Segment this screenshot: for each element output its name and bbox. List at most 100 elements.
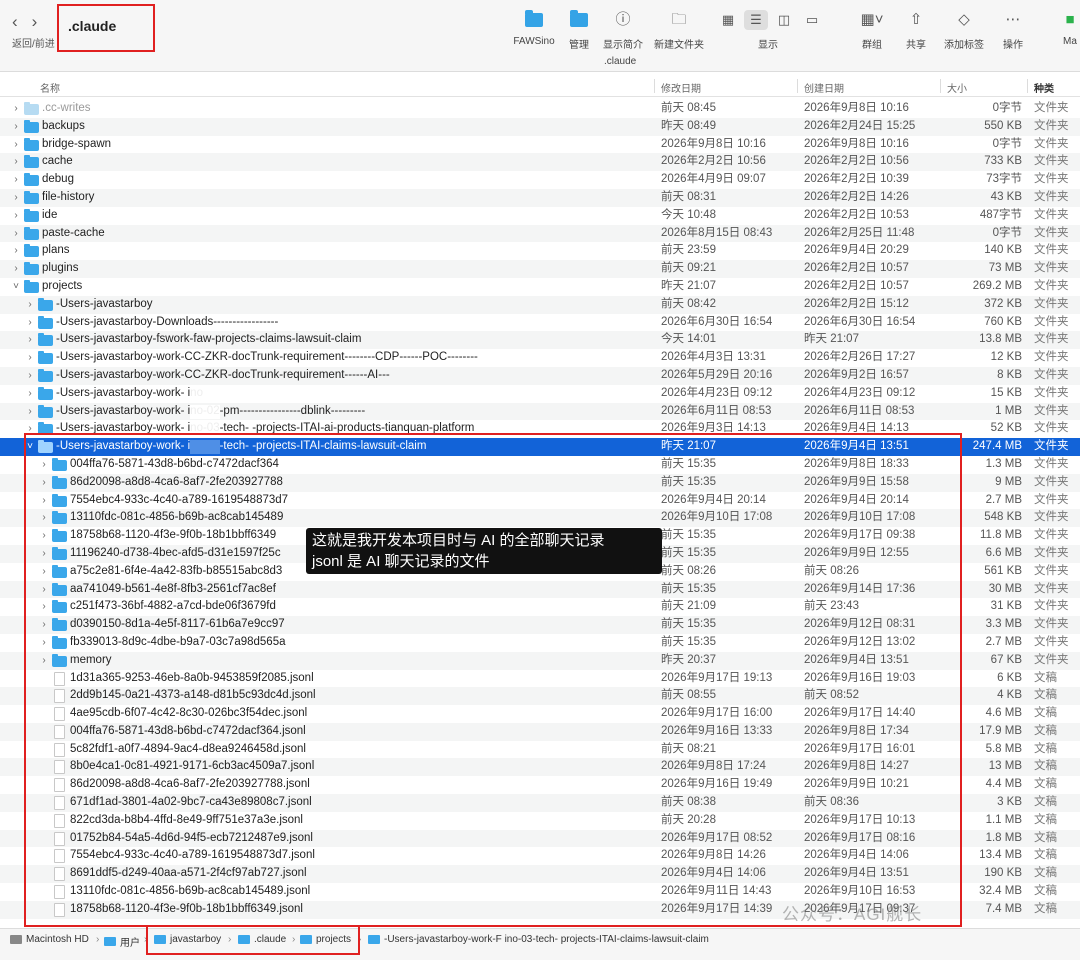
folder-row[interactable]: › -Users-javastarboy-work-CC-ZKR-docTrunk… (0, 366, 1080, 385)
disclosure-closed-icon[interactable]: › (39, 581, 49, 599)
group-button[interactable]: ▦˅ 群组 (856, 10, 888, 51)
file-row[interactable]: 7554ebc4-933c-4c40-a789-1619548873d7.jso… (0, 847, 1080, 865)
add-tag-button[interactable]: ◇ 添加标签 (942, 10, 986, 51)
folder-row[interactable]: › -Users-javastarboy-work- ino-02-pm-----… (0, 402, 1080, 421)
file-row[interactable]: 5c82fdf1-a0f7-4894-9ac4-d8ea9246458d.jso… (0, 741, 1080, 759)
back-icon[interactable]: ‹ (12, 12, 18, 32)
file-row[interactable]: 671df1ad-3801-4a02-9bc7-ca43e89808c7.jso… (0, 794, 1080, 812)
folder-row[interactable]: › backups 昨天 08:49 2026年2月24日 15:25 550 KB 文件… (0, 117, 1080, 136)
folder-row[interactable]: › -Users-javastarboy 前天 08:42 2026年2月2日 15:… (0, 295, 1080, 314)
crumb-users[interactable]: 用户 (104, 934, 140, 949)
folder-row[interactable]: › bridge-spawn 2026年9月8日 10:16 2026年9月8日 10… (0, 136, 1080, 154)
disclosure-closed-icon[interactable]: › (11, 225, 21, 243)
file-row[interactable]: 2dd9b145-0a21-4373-a148-d81b5c93dc4d.jso… (0, 687, 1080, 706)
folder-row[interactable]: › 7554ebc4-933c-4c40-a789-1619548873d7 202… (0, 492, 1080, 510)
disclosure-closed-icon[interactable]: › (25, 385, 35, 403)
disclosure-closed-icon[interactable]: › (39, 598, 49, 616)
disclosure-closed-icon[interactable]: › (25, 296, 35, 314)
file-row[interactable]: 1d31a365-9253-46eb-8a0b-9453859f2085.jso… (0, 670, 1080, 688)
disclosure-closed-icon[interactable]: › (25, 403, 35, 421)
disclosure-closed-icon[interactable]: › (39, 474, 49, 492)
folder-row[interactable]: › -Users-javastarboy-work-CC-ZKR-docTrunk… (0, 349, 1080, 367)
file-row[interactable]: 822cd3da-b8b4-4ffd-8e49-9ff751e37a3e.jso… (0, 812, 1080, 830)
disclosure-closed-icon[interactable]: › (11, 207, 21, 225)
disclosure-closed-icon[interactable]: › (11, 242, 21, 260)
column-kind[interactable]: 种类 (1034, 80, 1054, 95)
folder-row[interactable]: › file-history 前天 08:31 2026年2月2日 14:26 43 K… (0, 188, 1080, 207)
folder-row[interactable]: › 004ffa76-5871-43d8-b6bd-c7472dacf364 前天 … (0, 456, 1080, 474)
column-name[interactable]: 名称 (40, 80, 60, 95)
folder-row[interactable]: › -Users-javastarboy-fswork-faw-projects-… (0, 331, 1080, 350)
disclosure-closed-icon[interactable]: › (25, 331, 35, 349)
folder-row[interactable]: ˅ projects 昨天 21:07 2026年2月2日 10:57 269.2 MB… (0, 278, 1080, 296)
disclosure-closed-icon[interactable]: › (11, 260, 21, 278)
file-row[interactable]: 86d20098-a8d8-4ca6-8af7-2fe203927788.jso… (0, 776, 1080, 794)
file-row[interactable]: 4ae95cdb-6f07-4c42-8c30-026bc3f54dec.jso… (0, 705, 1080, 723)
crumb-current-folder[interactable]: -Users-javastarboy-work-F ino-03-tech- p… (368, 934, 709, 945)
folder-row[interactable]: › 13110fdc-081c-4856-b69b-ac8cab145489 202… (0, 509, 1080, 528)
new-folder-button[interactable]: 🗀 新建文件夹 (652, 10, 706, 51)
disclosure-closed-icon[interactable]: › (39, 492, 49, 510)
disclosure-closed-icon[interactable]: › (25, 314, 35, 332)
folder-row[interactable]: › -Users-javastarboy-work- ino-03-tech- -… (0, 420, 1080, 438)
folder-row[interactable]: › c251f473-36bf-4882-a7cd-bde06f3679fd 前天 … (0, 598, 1080, 616)
disclosure-closed-icon[interactable]: › (11, 189, 21, 207)
disclosure-closed-icon[interactable]: › (25, 349, 35, 367)
column-modified[interactable]: 修改日期 (661, 80, 701, 95)
disclosure-open-icon[interactable]: ˅ (11, 278, 21, 296)
list-view-icon[interactable]: ☰ (744, 10, 768, 30)
folder-row[interactable]: › cache 2026年2月2日 10:56 2026年2月2日 10:56 733 … (0, 153, 1080, 172)
file-row[interactable]: 8691ddf5-d249-40aa-a571-2f4cf97ab727.jso… (0, 865, 1080, 884)
column-created[interactable]: 创建日期 (804, 80, 844, 95)
file-row[interactable]: 004ffa76-5871-43d8-b6bd-c7472dacf364.jso… (0, 722, 1080, 741)
gallery-view-icon[interactable]: ▭ (800, 10, 824, 30)
disclosure-closed-icon[interactable]: › (11, 118, 21, 136)
disclosure-closed-icon[interactable]: › (39, 616, 49, 634)
disclosure-closed-icon[interactable]: › (25, 367, 35, 385)
folder-row[interactable]: › .cc-writes 前天 08:45 2026年9月8日 10:16 0字节 文件夹 (0, 100, 1080, 118)
folder-row[interactable]: › plugins 前天 09:21 2026年2月2日 10:57 73 MB 文件夹 (0, 260, 1080, 278)
disclosure-closed-icon[interactable]: › (39, 509, 49, 527)
icon-view-icon[interactable]: ▦ (716, 10, 740, 30)
disclosure-closed-icon[interactable]: › (39, 545, 49, 563)
folder-row[interactable]: › debug 2026年4月9日 09:07 2026年2月2日 10:39 73字节… (0, 171, 1080, 189)
disclosure-closed-icon[interactable]: › (11, 153, 21, 171)
folder-row[interactable]: › aa741049-b561-4e8f-8fb3-2561cf7ac8ef 前天 … (0, 580, 1080, 599)
disclosure-closed-icon[interactable]: › (39, 563, 49, 581)
row-size: 2.7 MB (985, 635, 1022, 648)
folder-row[interactable]: › plans 前天 23:59 2026年9月4日 20:29 140 KB 文件夹 (0, 242, 1080, 260)
folder-row[interactable]: › -Users-javastarboy-Downloads-----------… (0, 314, 1080, 332)
folder-row[interactable]: › 86d20098-a8d8-4ca6-8af7-2fe203927788 前天 … (0, 473, 1080, 492)
forward-icon[interactable]: › (32, 12, 38, 32)
app-button[interactable]: ■ Ma (1060, 10, 1080, 47)
column-view-icon[interactable]: ◫ (772, 10, 796, 30)
disclosure-closed-icon[interactable]: › (39, 634, 49, 652)
file-row[interactable]: 01752b84-54a5-4d6d-94f5-ecb7212487e9.jso… (0, 829, 1080, 848)
disclosure-open-icon[interactable]: ˅ (25, 438, 35, 456)
row-name: plugins (42, 262, 79, 275)
folder-row[interactable]: ˅ -Users-javastarboy-work- ino-03-tech- -… (0, 438, 1080, 456)
folder-row[interactable]: › fb339013-8d9c-4dbe-b9a7-03c7a98d565a 前天 … (0, 634, 1080, 652)
manage-button[interactable]: 管理 (564, 10, 594, 51)
folder-row[interactable]: › ide 今天 10:48 2026年2月2日 10:53 487字节 文件夹 (0, 207, 1080, 225)
folder-row[interactable]: › paste-cache 2026年8月15日 08:43 2026年2月25日 1… (0, 224, 1080, 243)
disclosure-closed-icon[interactable]: › (11, 171, 21, 189)
share-button[interactable]: ⇧ 共享 (903, 10, 929, 51)
disclosure-closed-icon[interactable]: › (39, 527, 49, 545)
get-info-button[interactable]: ⓘ 显示简介 (601, 10, 645, 51)
file-row[interactable]: 13110fdc-081c-4856-b69b-ac8cab145489.jso… (0, 883, 1080, 901)
folder-row[interactable]: › d0390150-8d1a-4e5f-8117-61b6a7e9cc97 前天 … (0, 616, 1080, 634)
column-size[interactable]: 大小 (947, 80, 967, 95)
fawsino-button[interactable]: FAWSino (512, 10, 556, 47)
folder-row[interactable]: › memory 昨天 20:37 2026年9月4日 13:51 67 KB 文件夹 (0, 651, 1080, 670)
disclosure-closed-icon[interactable]: › (39, 456, 49, 474)
disclosure-closed-icon[interactable]: › (25, 420, 35, 438)
crumb-macintosh-hd[interactable]: Macintosh HD (10, 934, 89, 945)
disclosure-closed-icon[interactable]: › (11, 100, 21, 118)
file-row[interactable]: 8b0e4ca1-0c81-4921-9171-6cb3ac4509a7.jso… (0, 758, 1080, 777)
row-name: projects (42, 279, 83, 292)
disclosure-closed-icon[interactable]: › (39, 652, 49, 670)
folder-row[interactable]: › -Users-javastarboy-work- ino 2026年4月23日 … (0, 385, 1080, 403)
action-button[interactable]: ⋯ 操作 (998, 10, 1028, 51)
disclosure-closed-icon[interactable]: › (11, 136, 21, 154)
